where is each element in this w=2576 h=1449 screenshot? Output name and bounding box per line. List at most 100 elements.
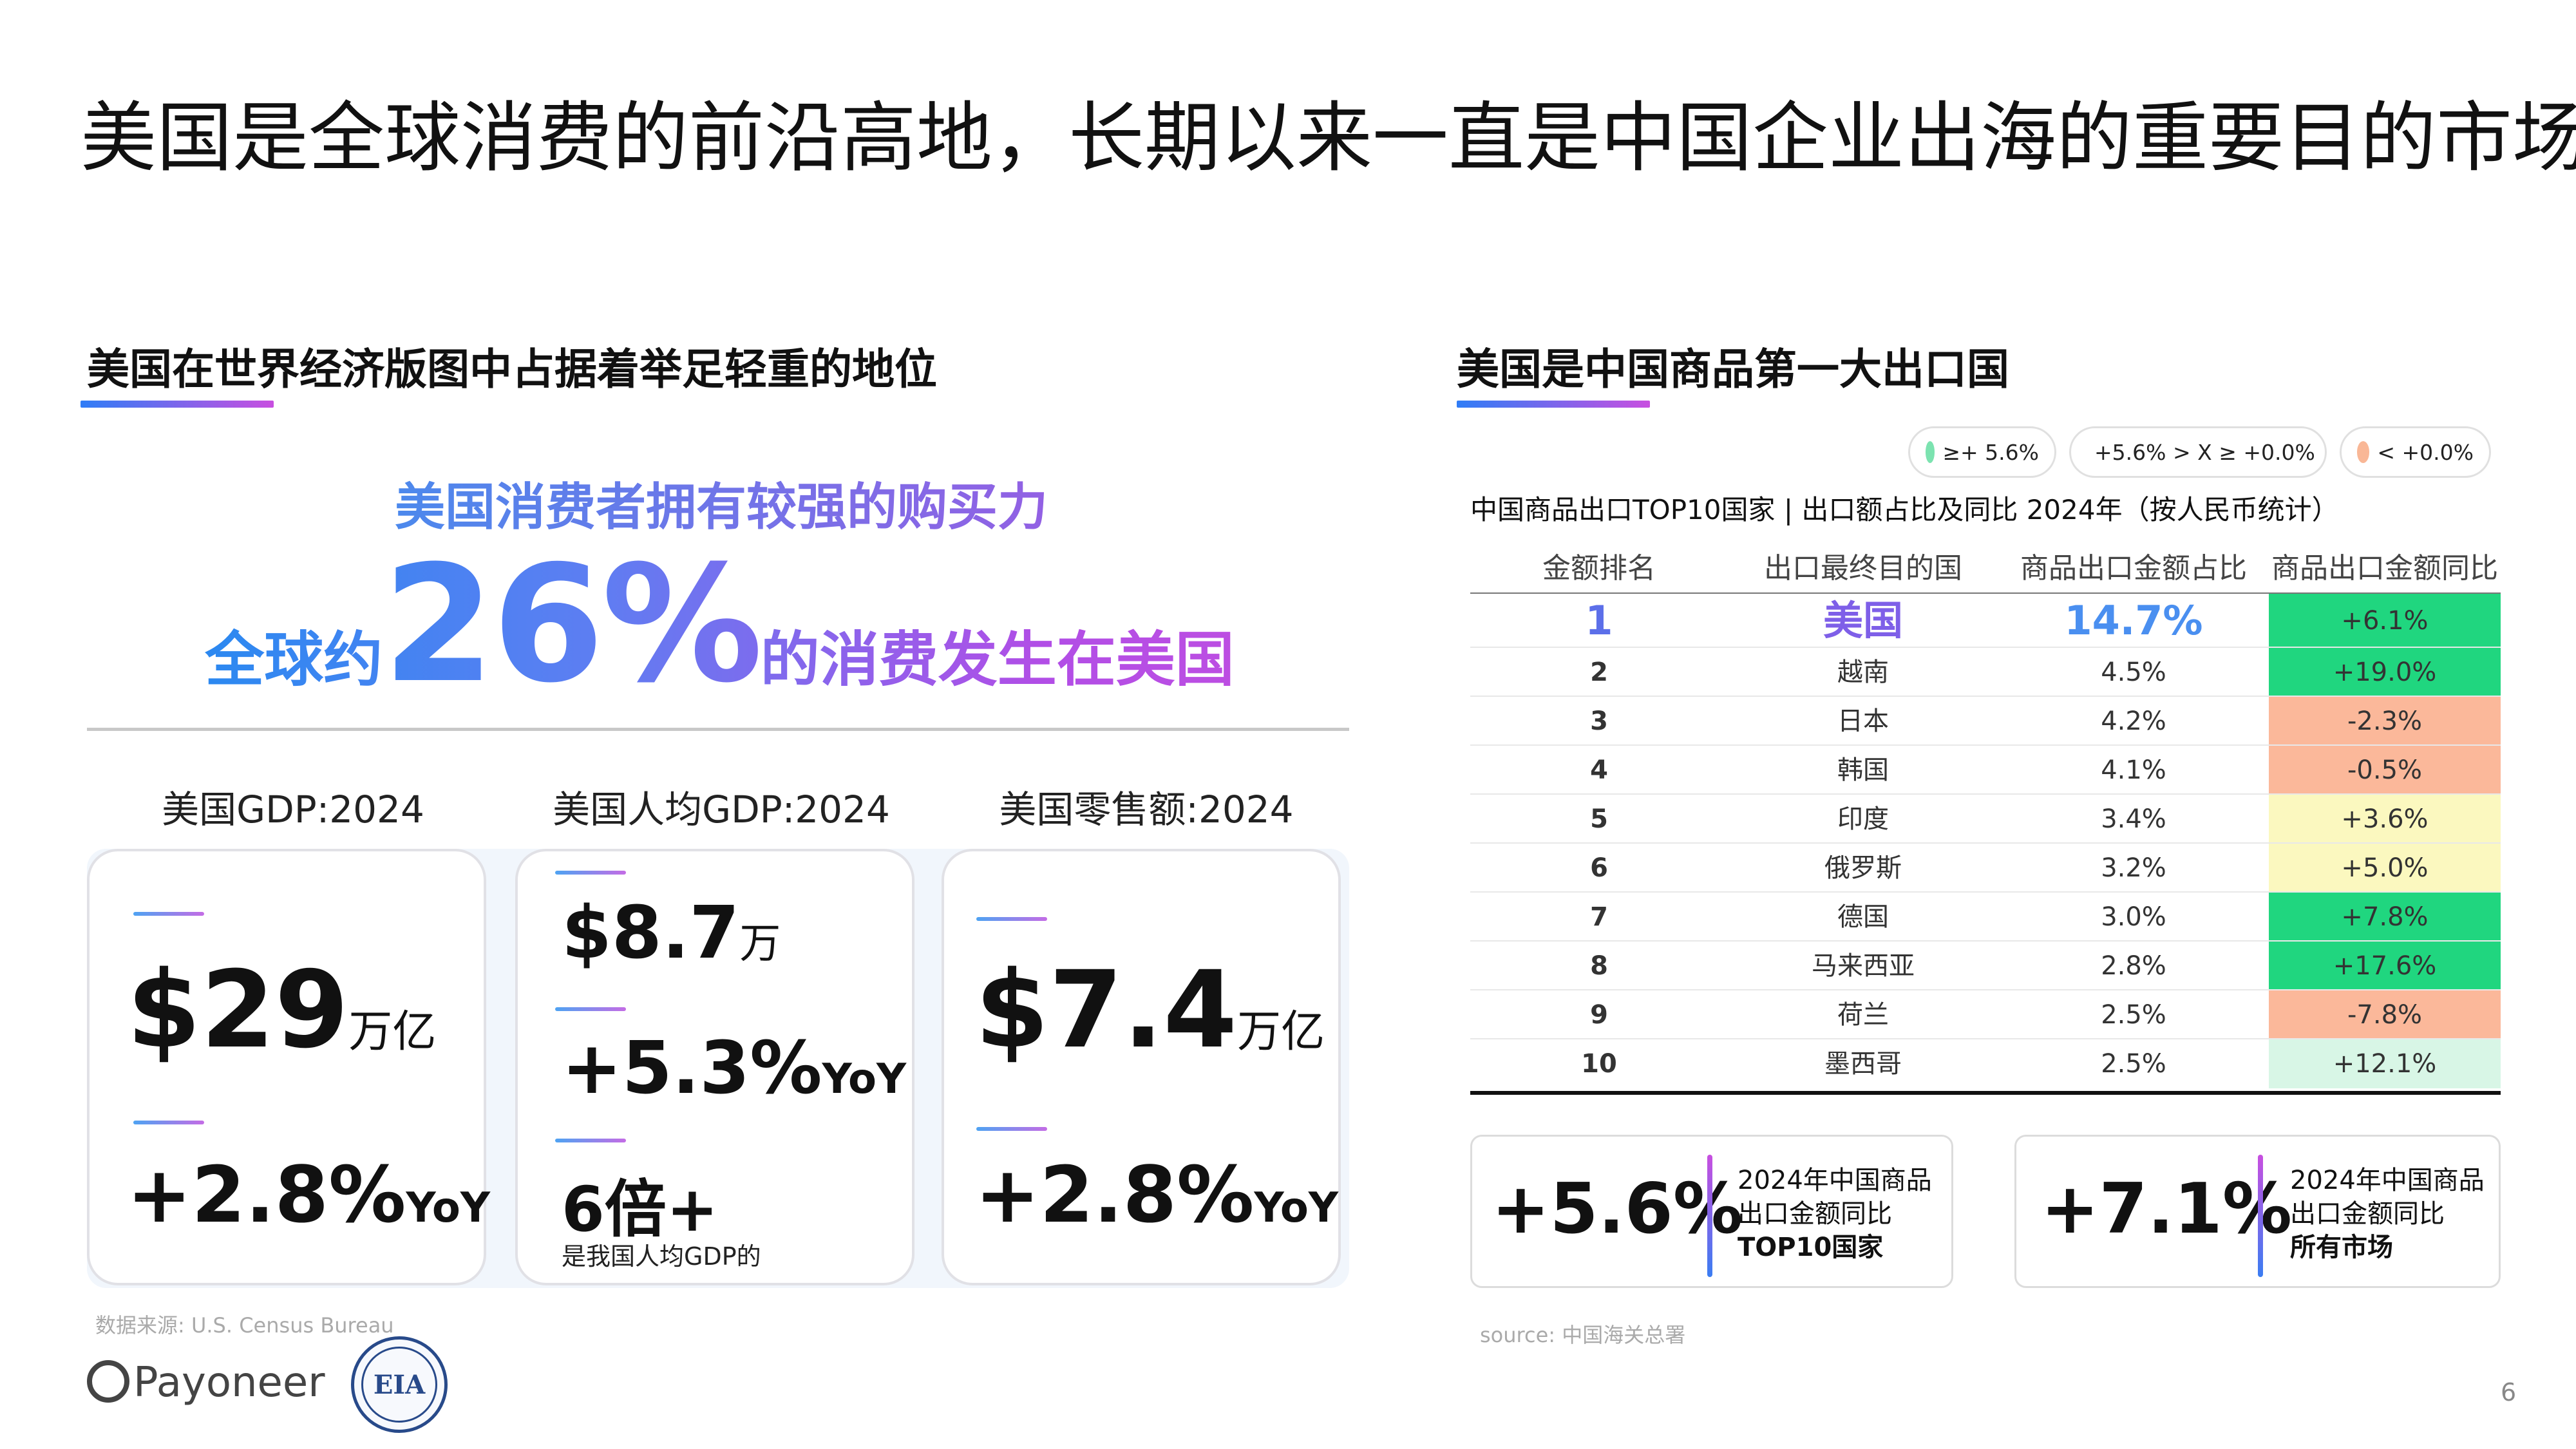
legend-label: +5.6% > X ≥ +0.0% — [2094, 440, 2315, 465]
kpi-header-retail: 美国零售额:2024 — [940, 779, 1352, 833]
hero-suffix: 的消费发生在美国 — [761, 625, 1235, 694]
table-row: +12.1% 10 墨西哥 2.5% — [1470, 1039, 2501, 1088]
table-row: -7.8% 9 荷兰 2.5% — [1470, 990, 2501, 1039]
legend-label: < +0.0% — [2377, 440, 2474, 465]
share-cell: 14.7% — [1998, 594, 2269, 648]
yoy-cell: +3.6% — [2269, 795, 2501, 844]
page-title: 美国是全球消费的前沿高地，长期以来一直是中国企业出海的重要目的市场 — [80, 76, 2576, 186]
share-cell: 3.2% — [1998, 844, 2269, 893]
payoneer-logo-icon — [87, 1360, 129, 1403]
association-seal-logo: EIA — [351, 1336, 448, 1433]
summary-line: 2024年中国商品 — [1738, 1164, 1932, 1197]
yoy-cell: +12.1% — [2269, 1039, 2501, 1088]
yoy-cell: +17.6% — [2269, 942, 2501, 990]
card-accent — [555, 1007, 626, 1011]
table-row: +19.0% 2 越南 4.5% — [1470, 648, 2501, 697]
retail-yoy-value: +2.8% — [975, 1151, 1254, 1240]
payoneer-logo: Payoneer — [87, 1359, 325, 1406]
share-cell: 3.4% — [1998, 795, 2269, 844]
summary-line-bold: TOP10国家 — [1738, 1231, 1932, 1264]
share-cell: 4.1% — [1998, 746, 2269, 795]
legend-dot-orange — [2357, 441, 2369, 463]
rank-cell: 3 — [1470, 697, 1728, 746]
rank-cell: 10 — [1470, 1039, 1728, 1088]
rank-cell: 7 — [1470, 893, 1728, 942]
summary-description: 2024年中国商品 出口金额同比 TOP10国家 — [1738, 1164, 1932, 1264]
table-bottom-rule — [1470, 1091, 2501, 1095]
retail-value-unit: 万亿 — [1237, 1007, 1325, 1057]
rank-cell: 9 — [1470, 990, 1728, 1039]
share-cell: 2.5% — [1998, 990, 2269, 1039]
hero-number: 26% — [383, 531, 760, 718]
column-header-share: 商品出口金额占比 — [1998, 545, 2269, 586]
kpi-header-gdp: 美国GDP:2024 — [87, 779, 499, 833]
left-source-note: 数据来源: U.S. Census Bureau — [95, 1309, 394, 1339]
rank-cell: 6 — [1470, 844, 1728, 893]
gdp-per-capita-value: $8.7万 — [562, 891, 781, 975]
yoy-cell: +5.0% — [2269, 844, 2501, 893]
hero-subtitle: 美国消费者拥有较强的购买力 — [87, 467, 1356, 539]
kpi-header-gdp-per-capita: 美国人均GDP:2024 — [515, 779, 927, 833]
left-section-underline — [80, 401, 274, 408]
legend-item-low: < +0.0% — [2340, 426, 2491, 478]
kpi-card-gdp-per-capita: $8.7万 +5.3%YoY 6倍+ 是我国人均GDP的 — [515, 849, 914, 1285]
yoy-cell: -2.3% — [2269, 697, 2501, 746]
rank-cell: 5 — [1470, 795, 1728, 844]
summary-accent-bar — [1707, 1155, 1712, 1277]
kpi-card-retail: $7.4万亿 +2.8%YoY — [942, 849, 1341, 1285]
yoy-cell: +7.8% — [2269, 893, 2501, 942]
country-cell: 俄罗斯 — [1728, 844, 1998, 893]
right-source-note: source: 中国海关总署 — [1480, 1319, 1685, 1349]
left-section-title: 美国在世界经济版图中占据着举足轻重的地位 — [87, 335, 937, 397]
payoneer-logo-text: Payoneer — [133, 1359, 325, 1406]
summary-box-all-markets: +7.1% 2024年中国商品 出口金额同比 所有市场 — [2014, 1135, 2501, 1288]
gdp-per-capita-yoy: +5.3%YoY — [562, 1027, 906, 1110]
country-cell: 墨西哥 — [1728, 1039, 1998, 1088]
yoy-cell: -7.8% — [2269, 990, 2501, 1039]
seal-text: EIA — [374, 1370, 425, 1400]
share-cell: 4.2% — [1998, 697, 2269, 746]
card-accent — [133, 912, 204, 916]
table-row: +5.0% 6 俄罗斯 3.2% — [1470, 844, 2501, 893]
hero-prefix: 全球约 — [205, 625, 383, 694]
card-accent — [555, 1139, 626, 1142]
gdp-value-number: $29 — [127, 948, 348, 1072]
country-cell: 印度 — [1728, 795, 1998, 844]
retail-yoy-unit: YoY — [1254, 1184, 1338, 1232]
retail-yoy: +2.8%YoY — [975, 1151, 1338, 1240]
rank-cell: 2 — [1470, 648, 1728, 697]
yoy-cell: +19.0% — [2269, 648, 2501, 697]
summary-box-top10: +5.6% 2024年中国商品 出口金额同比 TOP10国家 — [1470, 1135, 1953, 1288]
summary-value: +5.6% — [1492, 1169, 1743, 1249]
card-accent — [976, 1127, 1047, 1131]
rank-cell: 1 — [1470, 594, 1728, 648]
table-caption: 中国商品出口TOP10国家 | 出口额占比及同比 2024年（按人民币统计） — [1470, 488, 2339, 527]
summary-accent-bar — [2258, 1155, 2263, 1277]
share-cell: 2.8% — [1998, 942, 2269, 990]
seal-inner-ring: EIA — [361, 1347, 437, 1423]
table-row: +7.8% 7 德国 3.0% — [1470, 893, 2501, 942]
retail-value-number: $7.4 — [975, 948, 1237, 1072]
right-section-title: 美国是中国商品第一大出口国 — [1457, 335, 2009, 397]
yoy-cell: -0.5% — [2269, 746, 2501, 795]
country-cell: 美国 — [1728, 594, 1998, 648]
retail-value: $7.4万亿 — [975, 948, 1325, 1072]
summary-line: 出口金额同比 — [2290, 1197, 2485, 1231]
gdp-yoy: +2.8%YoY — [127, 1151, 490, 1240]
country-cell: 越南 — [1728, 648, 1998, 697]
table-row: +6.1% 1 美国 14.7% — [1470, 594, 2501, 648]
table-row: +17.6% 8 马来西亚 2.8% — [1470, 942, 2501, 990]
legend-item-high: ≥+ 5.6% — [1908, 426, 2056, 478]
country-cell: 德国 — [1728, 893, 1998, 942]
summary-line: 出口金额同比 — [1738, 1197, 1932, 1231]
gdp-per-capita-unit: 万 — [739, 920, 781, 968]
table-row: +3.6% 5 印度 3.4% — [1470, 795, 2501, 844]
summary-value: +7.1% — [2041, 1169, 2292, 1249]
card-accent — [976, 917, 1047, 921]
rank-cell: 4 — [1470, 746, 1728, 795]
yoy-cell: +6.1% — [2269, 594, 2501, 648]
gdp-per-capita-number: $8.7 — [562, 891, 739, 975]
hero-divider — [87, 728, 1349, 731]
country-cell: 马来西亚 — [1728, 942, 1998, 990]
card-accent — [133, 1121, 204, 1124]
